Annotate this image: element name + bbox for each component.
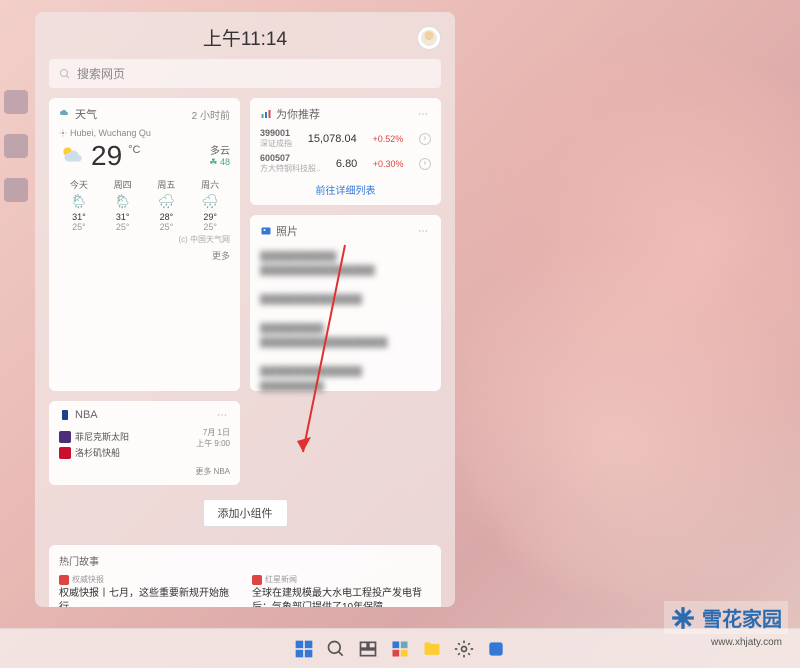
task-view-button[interactable] bbox=[354, 635, 382, 663]
weather-icon bbox=[59, 108, 71, 120]
weather-source: (c) 中国天气网 bbox=[59, 234, 230, 245]
weather-more-link[interactable]: 更多 bbox=[59, 249, 230, 262]
search-icon bbox=[59, 68, 71, 80]
nba-team-row: 菲尼克斯太阳 bbox=[59, 430, 129, 443]
panel-header: 上午11:14 bbox=[45, 20, 445, 59]
desktop-icon[interactable] bbox=[4, 90, 28, 114]
forecast-day: 今天🌦31°25° bbox=[59, 176, 99, 234]
team-icon bbox=[59, 431, 71, 443]
widgets-button[interactable] bbox=[386, 635, 414, 663]
task-view-icon bbox=[358, 639, 378, 659]
explorer-button[interactable] bbox=[418, 635, 446, 663]
partly-cloudy-icon bbox=[59, 142, 85, 168]
news-item[interactable]: 权威快报 权威快报丨七月，这些重要新规开始施行 bbox=[59, 574, 238, 607]
weather-condition: 多云 ☘ 48 bbox=[209, 142, 230, 168]
stock-row[interactable]: 399001深证成指 15,078.04 +0.52% › bbox=[260, 128, 431, 149]
news-section: 热门故事 权威快报 权威快报丨七月，这些重要新规开始施行 红星新闻 全球在建规模… bbox=[49, 545, 441, 607]
stocks-title: 为你推荐 bbox=[260, 106, 320, 122]
search-bar[interactable]: 搜索网页 bbox=[49, 59, 441, 88]
windows-icon bbox=[294, 639, 314, 659]
weather-temp: 29 bbox=[91, 142, 122, 170]
avatar[interactable] bbox=[417, 26, 441, 50]
weather-unit: °C bbox=[128, 144, 140, 156]
forecast-day: 周五🌧28°25° bbox=[147, 176, 187, 234]
chevron-icon[interactable]: › bbox=[419, 133, 431, 145]
search-placeholder: 搜索网页 bbox=[77, 65, 125, 82]
clock: 上午11:14 bbox=[203, 24, 287, 51]
settings-button[interactable] bbox=[450, 635, 478, 663]
stocks-detail-link[interactable]: 前往详细列表 bbox=[260, 182, 431, 197]
desktop-icons bbox=[4, 90, 28, 202]
team-icon bbox=[59, 447, 71, 459]
stock-row[interactable]: 600507方大特钢科技股.. 6.80 +0.30% › bbox=[260, 153, 431, 174]
gear-icon bbox=[454, 639, 474, 659]
news-header: 热门故事 bbox=[59, 553, 431, 568]
stocks-widget[interactable]: 为你推荐 ⋯ 399001深证成指 15,078.04 +0.52% › 600… bbox=[250, 98, 441, 205]
news-item[interactable]: 红星新闻 全球在建规模最大水电工程投产发电背后：气象部门提供了10年保障 bbox=[252, 574, 431, 607]
weather-widget[interactable]: 天气 2 小时前 Hubei, Wuchang Qu 29 °C 多云 ☘ 48… bbox=[49, 98, 240, 391]
add-widget-button[interactable]: 添加小组件 bbox=[203, 499, 288, 527]
nba-team-row: 洛杉矶快船 bbox=[59, 446, 129, 459]
desktop-icon[interactable] bbox=[4, 178, 28, 202]
forecast-day: 周四🌦31°25° bbox=[103, 176, 143, 234]
news-src-icon bbox=[252, 575, 262, 585]
photos-icon bbox=[260, 225, 272, 237]
weather-timestamp: 2 小时前 bbox=[192, 107, 230, 122]
photos-title: 照片 bbox=[260, 223, 298, 239]
photos-content-blurred: ████████████████████████████████████████… bbox=[260, 245, 431, 397]
nba-game-time: 7月 1日 上午 9:00 bbox=[196, 427, 230, 449]
stocks-more-icon[interactable]: ⋯ bbox=[415, 108, 431, 120]
taskbar bbox=[0, 628, 800, 668]
news-src-icon bbox=[59, 575, 69, 585]
add-widget-row: 添加小组件 bbox=[49, 495, 441, 535]
nba-more-link[interactable]: 更多 NBA bbox=[59, 466, 230, 477]
weather-location: Hubei, Wuchang Qu bbox=[59, 128, 230, 138]
weather-current: 29 °C 多云 ☘ 48 bbox=[59, 142, 230, 170]
chevron-icon[interactable]: › bbox=[419, 158, 431, 170]
photos-widget[interactable]: 照片 ⋯ ███████████████████████████████████… bbox=[250, 215, 441, 391]
nba-icon bbox=[59, 409, 71, 421]
nba-widget[interactable]: NBA ⋯ 菲尼克斯太阳 洛杉矶快船 7月 1日 上午 9:00 更多 NBA bbox=[49, 401, 240, 485]
watermark-url: www.xhjaty.com bbox=[711, 637, 782, 648]
photos-more-icon[interactable]: ⋯ bbox=[415, 225, 431, 237]
widgets-icon bbox=[390, 639, 410, 659]
watermark: 雪花家园 bbox=[664, 601, 788, 634]
weather-title: 天气 bbox=[59, 106, 97, 122]
location-icon bbox=[59, 129, 67, 137]
folder-icon bbox=[422, 639, 442, 659]
widgets-panel: 上午11:14 搜索网页 天气 2 小时前 Hubei, Wuchang Qu … bbox=[35, 12, 455, 607]
snowflake-icon bbox=[670, 605, 696, 631]
search-icon bbox=[326, 639, 346, 659]
search-button[interactable] bbox=[322, 635, 350, 663]
app-button[interactable] bbox=[482, 635, 510, 663]
start-button[interactable] bbox=[290, 635, 318, 663]
app-icon bbox=[486, 639, 506, 659]
desktop-icon[interactable] bbox=[4, 134, 28, 158]
nba-more-icon[interactable]: ⋯ bbox=[214, 409, 230, 421]
forecast-day: 周六🌧29°25° bbox=[190, 176, 230, 234]
nba-title: NBA bbox=[59, 409, 98, 421]
weather-forecast: 今天🌦31°25° 周四🌦31°25° 周五🌧28°25° 周六🌧29°25° bbox=[59, 176, 230, 234]
stocks-icon bbox=[260, 108, 272, 120]
